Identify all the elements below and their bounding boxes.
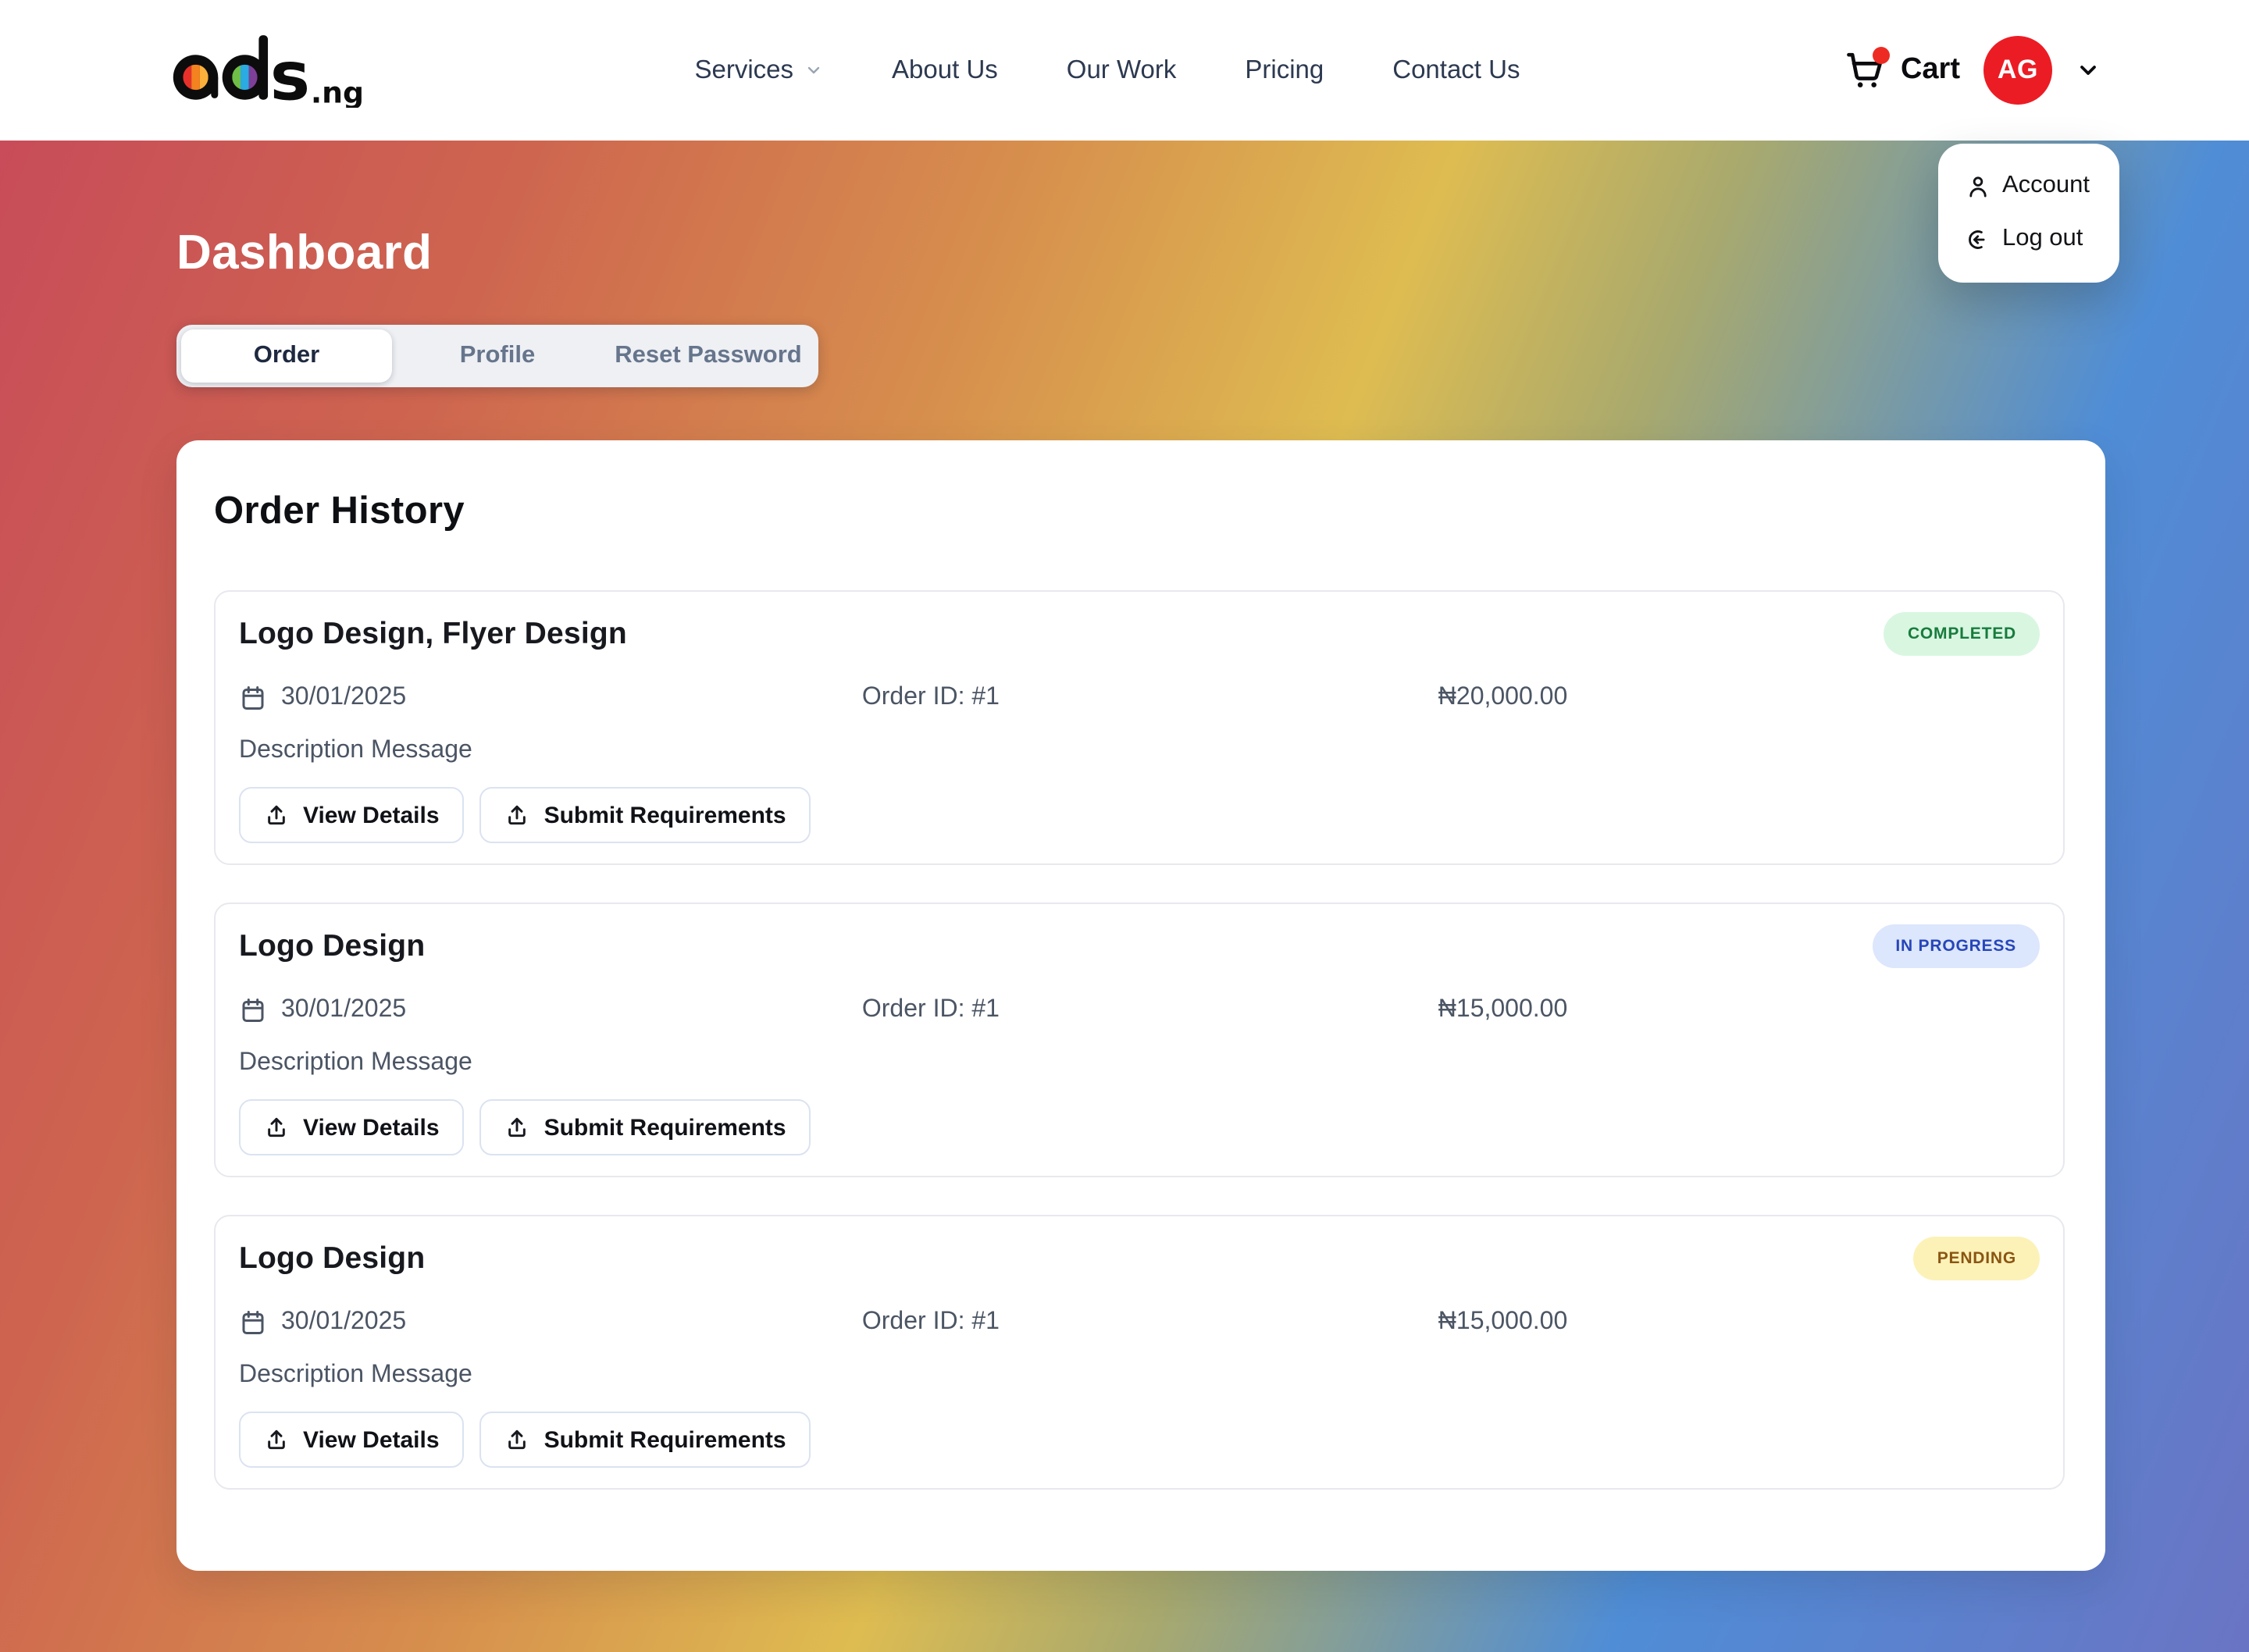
view-details-button[interactable]: View Details: [239, 787, 465, 843]
account-label: Account: [2002, 172, 2090, 200]
order-date-label: 30/01/2025: [281, 996, 406, 1024]
cart-notification-dot: [1873, 47, 1890, 64]
menu-item-logout[interactable]: Log out: [1965, 225, 2090, 253]
dashboard-body: Dashboard Order Profile Reset Password O…: [0, 141, 2249, 1652]
view-details-button[interactable]: View Details: [239, 1412, 465, 1468]
calendar-icon: [239, 1308, 267, 1337]
order-description: Description Message: [239, 1049, 2040, 1077]
status-badge: PENDING: [1914, 1237, 2040, 1280]
nav-about-label: About Us: [892, 55, 998, 85]
view-details-label: View Details: [303, 802, 440, 828]
order-price: ₦20,000.00: [1438, 684, 2040, 712]
order-title: Logo Design: [239, 928, 425, 964]
logout-label: Log out: [2002, 225, 2083, 253]
dashboard-screen: s .ng Services About Us Our Work Pricing…: [0, 0, 2249, 1652]
order-actions: View Details Submit Requirements: [239, 1099, 2040, 1155]
chevron-down-icon: [804, 61, 823, 80]
order-description: Description Message: [239, 737, 2040, 765]
nav-pricing[interactable]: Pricing: [1245, 55, 1324, 85]
order-date: 30/01/2025: [239, 1308, 862, 1337]
main-nav: Services About Us Our Work Pricing Conta…: [694, 55, 1520, 85]
nav-pricing-label: Pricing: [1245, 55, 1324, 85]
tab-order[interactable]: Order: [181, 329, 392, 383]
nav-our-work[interactable]: Our Work: [1067, 55, 1177, 85]
order-card: Logo Design IN PROGRESS 30/01/2025 Order…: [214, 903, 2065, 1177]
nav-contact-us[interactable]: Contact Us: [1392, 55, 1520, 85]
nav-contact-label: Contact Us: [1392, 55, 1520, 85]
user-icon: [1965, 173, 1991, 199]
order-card: Logo Design PENDING 30/01/2025 Order ID:…: [214, 1215, 2065, 1490]
logout-icon: [1965, 226, 1991, 252]
calendar-icon: [239, 996, 267, 1024]
submit-requirements-button[interactable]: Submit Requirements: [480, 1412, 811, 1468]
submit-requirements-button[interactable]: Submit Requirements: [480, 1099, 811, 1155]
order-meta-row: 30/01/2025 Order ID: #1 ₦15,000.00: [239, 996, 2040, 1024]
order-date-label: 30/01/2025: [281, 684, 406, 712]
cart-icon: [1843, 48, 1887, 92]
user-avatar[interactable]: AG: [1983, 36, 2052, 105]
user-menu-chevron-icon[interactable]: [2076, 58, 2101, 83]
upload-icon: [264, 1115, 289, 1140]
order-meta-row: 30/01/2025 Order ID: #1 ₦15,000.00: [239, 1308, 2040, 1337]
upload-icon: [264, 1427, 289, 1452]
upload-icon: [505, 1115, 530, 1140]
order-history-panel: Order History Logo Design, Flyer Design …: [176, 440, 2105, 1571]
svg-text:.ng: .ng: [311, 75, 364, 108]
top-navigation-bar: s .ng Services About Us Our Work Pricing…: [0, 0, 2249, 141]
submit-requirements-label: Submit Requirements: [544, 1426, 786, 1453]
nav-services[interactable]: Services: [694, 55, 823, 85]
dashboard-tabs: Order Profile Reset Password: [176, 325, 818, 387]
order-price: ₦15,000.00: [1438, 996, 2040, 1024]
menu-item-account[interactable]: Account: [1965, 172, 2090, 200]
order-date: 30/01/2025: [239, 684, 862, 712]
svg-text:s: s: [270, 38, 308, 108]
submit-requirements-label: Submit Requirements: [544, 802, 786, 828]
account-dropdown-menu: Account Log out: [1938, 144, 2119, 283]
tab-profile[interactable]: Profile: [392, 329, 603, 383]
order-actions: View Details Submit Requirements: [239, 787, 2040, 843]
order-title: Logo Design, Flyer Design: [239, 616, 627, 652]
tab-reset-password[interactable]: Reset Password: [603, 329, 814, 383]
cart-label: Cart: [1901, 53, 1960, 87]
header-right-cluster: Cart AG: [1843, 36, 2101, 105]
order-history-title: Order History: [214, 490, 2065, 534]
order-description: Description Message: [239, 1362, 2040, 1390]
order-price: ₦15,000.00: [1438, 1308, 2040, 1337]
order-id: Order ID: #1: [862, 996, 1438, 1024]
view-details-label: View Details: [303, 1114, 440, 1141]
order-list: Logo Design, Flyer Design COMPLETED 30/0…: [214, 590, 2065, 1490]
order-id: Order ID: #1: [862, 1308, 1438, 1337]
status-badge: IN PROGRESS: [1872, 924, 2040, 968]
status-badge: COMPLETED: [1884, 612, 2040, 656]
order-id: Order ID: #1: [862, 684, 1438, 712]
nav-services-label: Services: [694, 55, 793, 85]
nav-about-us[interactable]: About Us: [892, 55, 998, 85]
order-card: Logo Design, Flyer Design COMPLETED 30/0…: [214, 590, 2065, 865]
order-date: 30/01/2025: [239, 996, 862, 1024]
view-details-label: View Details: [303, 1426, 440, 1453]
cart-button[interactable]: Cart: [1843, 48, 1960, 92]
submit-requirements-label: Submit Requirements: [544, 1114, 786, 1141]
nav-our-work-label: Our Work: [1067, 55, 1177, 85]
view-details-button[interactable]: View Details: [239, 1099, 465, 1155]
upload-icon: [264, 803, 289, 828]
order-date-label: 30/01/2025: [281, 1308, 406, 1337]
order-actions: View Details Submit Requirements: [239, 1412, 2040, 1468]
upload-icon: [505, 1427, 530, 1452]
calendar-icon: [239, 684, 267, 712]
upload-icon: [505, 803, 530, 828]
brand-logo[interactable]: s .ng: [172, 33, 372, 108]
order-meta-row: 30/01/2025 Order ID: #1 ₦20,000.00: [239, 684, 2040, 712]
ads-ng-logo-icon: s .ng: [172, 33, 372, 108]
submit-requirements-button[interactable]: Submit Requirements: [480, 787, 811, 843]
order-title: Logo Design: [239, 1241, 425, 1276]
